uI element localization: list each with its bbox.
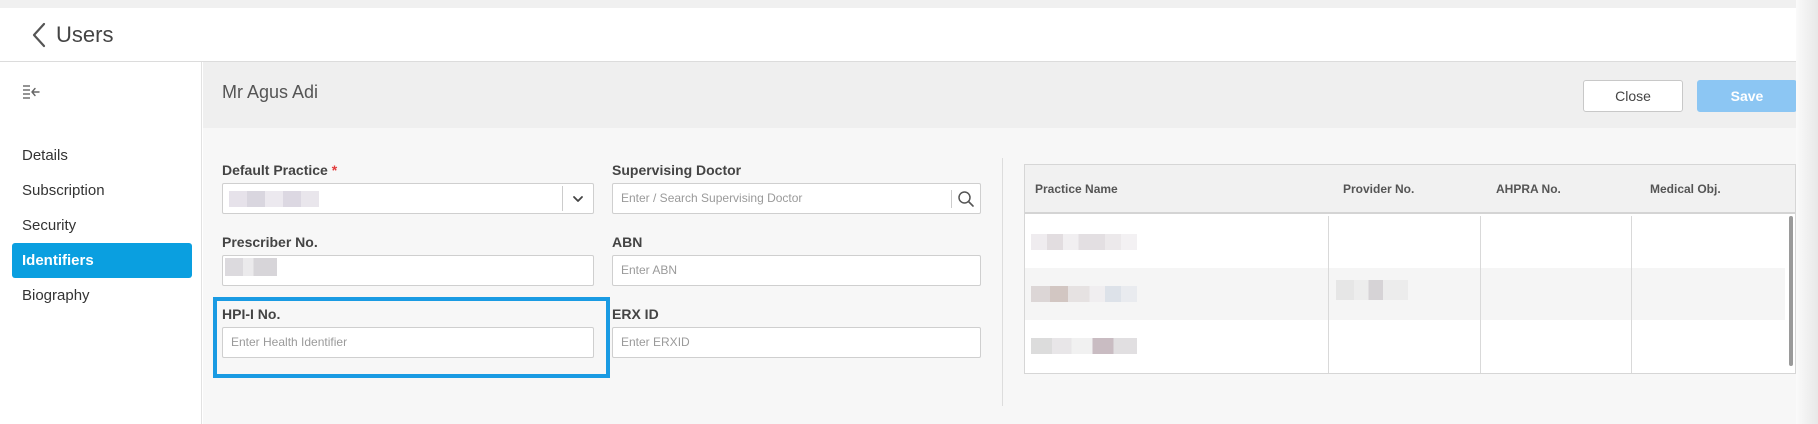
sidebar-nav: Details Subscription Security Identifier…	[12, 138, 192, 313]
column-header-provider-no[interactable]: Provider No.	[1343, 182, 1414, 196]
required-marker: *	[331, 162, 338, 178]
supervising-doctor-placeholder: Enter / Search Supervising Doctor	[621, 191, 803, 205]
hpii-placeholder: Enter Health Identifier	[231, 335, 348, 349]
abn-placeholder: Enter ABN	[621, 263, 678, 277]
hpii-input[interactable]: Enter Health Identifier	[222, 327, 594, 358]
dropdown-separator	[562, 186, 563, 211]
redacted-value	[229, 191, 319, 207]
hpii-label: HPI-I No.	[222, 306, 281, 322]
erx-placeholder: Enter ERXID	[621, 335, 690, 349]
column-divider	[1480, 216, 1481, 373]
save-button[interactable]: Save	[1697, 80, 1797, 112]
collapse-menu-icon[interactable]	[22, 84, 42, 100]
close-button[interactable]: Close	[1583, 80, 1683, 112]
column-header-ahpra-no[interactable]: AHPRA No.	[1496, 182, 1561, 196]
chevron-down-icon	[573, 196, 583, 202]
column-divider	[1328, 216, 1329, 373]
supervising-doctor-label: Supervising Doctor	[612, 162, 742, 178]
column-header-medical-obj[interactable]: Medical Obj.	[1650, 182, 1721, 196]
redacted-provider-no	[1336, 280, 1408, 300]
sidebar-item-biography[interactable]: Biography	[12, 278, 192, 313]
search-separator	[951, 190, 952, 208]
sidebar-item-subscription[interactable]: Subscription	[12, 173, 192, 208]
sidebar-item-identifiers[interactable]: Identifiers	[12, 243, 192, 278]
default-practice-label: Default Practice *	[222, 162, 337, 178]
practices-table: Practice Name Provider No. AHPRA No. Med…	[1024, 164, 1796, 374]
column-header-practice-name[interactable]: Practice Name	[1035, 182, 1118, 196]
table-row[interactable]	[1025, 216, 1785, 268]
chevron-left-icon	[32, 22, 46, 48]
abn-label: ABN	[612, 234, 643, 250]
table-row[interactable]	[1025, 320, 1785, 372]
default-practice-select[interactable]	[222, 183, 594, 214]
prescriber-no-input[interactable]	[222, 255, 594, 286]
table-scrollbar[interactable]	[1789, 216, 1793, 366]
supervising-doctor-input[interactable]: Enter / Search Supervising Doctor	[612, 183, 981, 214]
main-header: Mr Agus Adi Close Save	[203, 62, 1797, 128]
back-button[interactable]: Users	[30, 22, 113, 48]
abn-input[interactable]: Enter ABN	[612, 255, 981, 286]
top-bar: Users	[0, 0, 1818, 62]
section-divider	[1002, 158, 1003, 406]
redacted-practice-name	[1031, 286, 1137, 302]
window-edge-shadow	[1796, 0, 1818, 424]
erx-id-label: ERX ID	[612, 306, 659, 322]
redacted-practice-name	[1031, 338, 1137, 354]
user-name-heading: Mr Agus Adi	[222, 82, 319, 102]
prescriber-no-label: Prescriber No.	[222, 234, 318, 250]
table-header: Practice Name Provider No. AHPRA No. Med…	[1025, 165, 1795, 214]
main-panel: Mr Agus Adi Close Save Default Practice …	[203, 62, 1797, 424]
search-icon[interactable]	[956, 189, 976, 209]
erx-id-input[interactable]: Enter ERXID	[612, 327, 981, 358]
page-title: Users	[56, 22, 114, 47]
redacted-value	[225, 258, 277, 276]
sidebar-item-details[interactable]: Details	[12, 138, 192, 173]
sidebar: Details Subscription Security Identifier…	[0, 62, 202, 424]
sidebar-item-security[interactable]: Security	[12, 208, 192, 243]
table-row[interactable]	[1025, 268, 1785, 320]
column-divider	[1631, 216, 1632, 373]
redacted-practice-name	[1031, 234, 1137, 250]
default-practice-label-text: Default Practice	[222, 162, 328, 178]
